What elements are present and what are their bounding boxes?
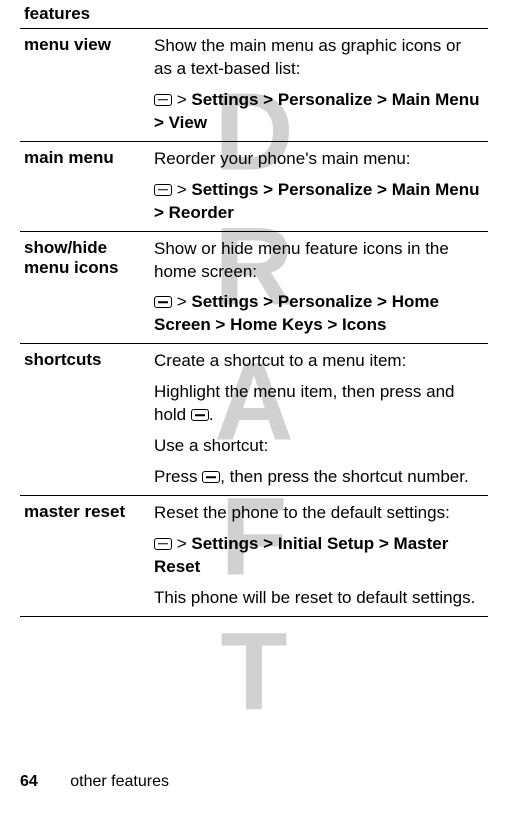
desc-text: This phone will be reset to default sett… — [154, 587, 482, 610]
menu-key-icon — [154, 94, 172, 106]
menu-key-icon — [202, 471, 220, 483]
desc-text: Highlight the menu item, then press and … — [154, 381, 482, 427]
table-row: show/hide menu icons Show or hide menu f… — [20, 231, 488, 344]
page-number: 64 — [20, 773, 38, 790]
menu-key-icon — [154, 296, 172, 308]
nav-path: > Settings > Initial Setup > Master Rese… — [154, 533, 482, 579]
desc-text: Press , then press the shortcut number. — [154, 466, 482, 489]
menu-key-icon — [154, 184, 172, 196]
feature-desc: Show the main menu as graphic icons or a… — [150, 29, 488, 142]
desc-text: Reorder your phone's main menu: — [154, 148, 482, 171]
feature-desc: Create a shortcut to a menu item: Highli… — [150, 344, 488, 496]
feature-desc: Reorder your phone's main menu: > Settin… — [150, 141, 488, 231]
feature-desc: Show or hide menu feature icons in the h… — [150, 231, 488, 344]
nav-path: > Settings > Personalize > Main Menu > V… — [154, 89, 482, 135]
table-row: main menu Reorder your phone's main menu… — [20, 141, 488, 231]
desc-text: Show the main menu as graphic icons or a… — [154, 35, 482, 81]
menu-key-icon — [191, 409, 209, 421]
features-table: features menu view Show the main menu as… — [20, 0, 488, 617]
nav-path: > Settings > Personalize > Home Screen >… — [154, 291, 482, 337]
nav-path: > Settings > Personalize > Main Menu > R… — [154, 179, 482, 225]
menu-key-icon — [154, 538, 172, 550]
table-header-row: features — [20, 0, 488, 29]
path-text: Settings > Personalize > Home Screen > H… — [154, 292, 439, 334]
path-text: Settings > Initial Setup > Master Reset — [154, 534, 448, 576]
feature-name: shortcuts — [20, 344, 150, 496]
feature-name: menu view — [20, 29, 150, 142]
desc-text: Use a shortcut: — [154, 435, 482, 458]
feature-name: master reset — [20, 496, 150, 617]
feature-desc: Reset the phone to the default settings:… — [150, 496, 488, 617]
path-text: Settings > Personalize > Main Menu > Vie… — [154, 90, 480, 132]
feature-name: main menu — [20, 141, 150, 231]
table-row: master reset Reset the phone to the defa… — [20, 496, 488, 617]
desc-text: Create a shortcut to a menu item: — [154, 350, 482, 373]
page-content: features menu view Show the main menu as… — [0, 0, 508, 617]
section-title: other features — [70, 773, 169, 790]
table-row: shortcuts Create a shortcut to a menu it… — [20, 344, 488, 496]
desc-fragment: Press — [154, 467, 202, 486]
desc-text: Reset the phone to the default settings: — [154, 502, 482, 525]
desc-fragment: , then press the shortcut number. — [220, 467, 469, 486]
page-footer: 64 other features — [20, 773, 169, 791]
table-row: menu view Show the main menu as graphic … — [20, 29, 488, 142]
desc-text: Show or hide menu feature icons in the h… — [154, 238, 482, 284]
feature-name: show/hide menu icons — [20, 231, 150, 344]
features-header: features — [20, 0, 488, 29]
path-text: Settings > Personalize > Main Menu > Reo… — [154, 180, 480, 222]
desc-fragment: . — [209, 405, 214, 424]
